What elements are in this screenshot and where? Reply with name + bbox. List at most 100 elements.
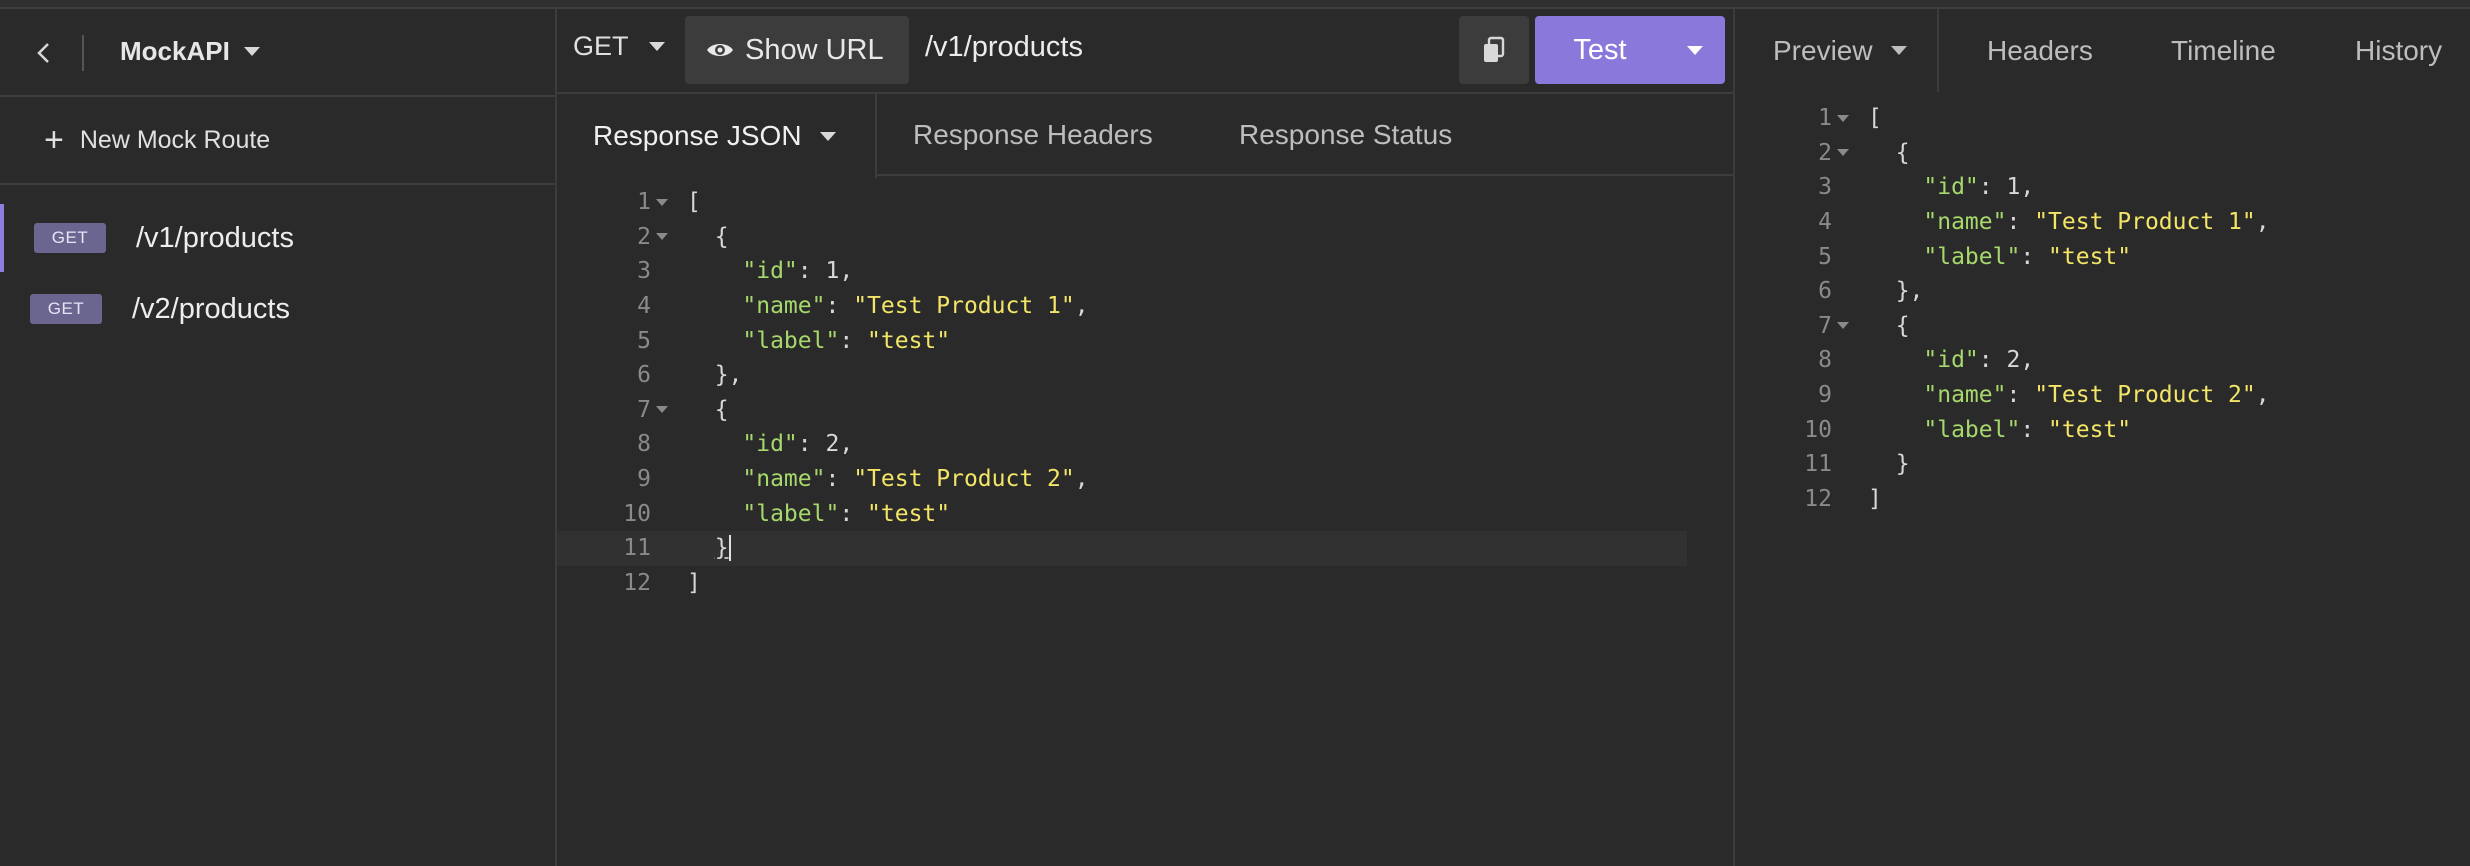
- line-number: 6: [637, 362, 651, 389]
- code-text: {: [714, 223, 729, 250]
- code-text: "id": 2,: [1923, 347, 2035, 374]
- back-button[interactable]: [28, 37, 60, 69]
- line-number: 10: [623, 500, 651, 527]
- code-text: },: [714, 362, 743, 389]
- window-top-bar: [0, 0, 2470, 9]
- code-line: 8 "id": 2,: [557, 427, 1733, 462]
- text-cursor: [728, 535, 731, 562]
- code-text: [: [687, 189, 701, 216]
- copy-button[interactable]: [1459, 16, 1529, 84]
- chevron-down-icon: [819, 131, 836, 141]
- line-number: 7: [1818, 312, 1832, 339]
- code-line: 6 },: [557, 358, 1733, 393]
- fold-arrow-icon: [656, 233, 668, 241]
- code-text: "id": 1,: [1923, 174, 2035, 201]
- fold-toggle[interactable]: [1832, 114, 1854, 122]
- fold-arrow-icon: [656, 198, 668, 206]
- line-number: 12: [1804, 485, 1832, 512]
- code-text: }: [1895, 451, 1910, 478]
- code-line: 2 {: [1735, 136, 2470, 171]
- code-line: 10 "label": "test": [1735, 412, 2470, 447]
- route-path: /v1/products: [136, 221, 294, 254]
- code-text: {: [1895, 312, 1910, 339]
- code-line: 12]: [557, 566, 1733, 601]
- line-number: 2: [1818, 139, 1832, 166]
- fold-arrow-icon: [656, 406, 668, 414]
- tab-response-json[interactable]: Response JSON: [557, 94, 877, 178]
- code-line: 9 "name": "Test Product 2",: [1735, 378, 2470, 413]
- code-text: ]: [687, 569, 701, 596]
- chevron-down-icon: [243, 47, 260, 56]
- code-line: 1[: [557, 185, 1733, 220]
- line-number: 11: [1804, 451, 1832, 478]
- code-text: ]: [1868, 485, 1882, 512]
- code-line: 1[: [1735, 101, 2470, 136]
- tab-label: Response Headers: [913, 119, 1153, 150]
- copy-icon: [1484, 36, 1505, 62]
- fold-toggle[interactable]: [651, 233, 673, 241]
- code-line: 8 "id": 2,: [1735, 343, 2470, 378]
- url-input[interactable]: /v1/products: [925, 31, 1083, 64]
- code-line: 6 },: [1735, 274, 2470, 309]
- code-text: "id": 2,: [742, 431, 854, 458]
- code-text: }: [714, 534, 731, 562]
- line-number: 1: [637, 189, 651, 216]
- tab-response-status[interactable]: Response Status: [1239, 94, 1452, 176]
- code-text: "name": "Test Product 2",: [742, 466, 1089, 493]
- tab-headers[interactable]: Headers: [1987, 9, 2093, 92]
- fold-toggle[interactable]: [651, 198, 673, 206]
- code-text: "name": "Test Product 1",: [742, 293, 1089, 320]
- sidebar-route-v2-products[interactable]: GET /v2/products: [0, 275, 555, 343]
- code-line: 4 "name": "Test Product 1",: [557, 289, 1733, 324]
- method-badge: GET: [34, 223, 106, 253]
- test-label: Test: [1573, 33, 1627, 66]
- tab-preview[interactable]: Preview: [1773, 9, 1939, 92]
- code-line: 7 {: [557, 393, 1733, 428]
- line-number: 4: [637, 293, 651, 320]
- json-editor[interactable]: 1[ 2 { 3 "id": 1, 4 "name": "Test Produc…: [557, 185, 1733, 600]
- line-number: 9: [1818, 382, 1832, 409]
- sidebar-route-v1-products[interactable]: GET /v1/products: [0, 204, 555, 272]
- tab-label: History: [2355, 34, 2443, 66]
- url-bar: GET Show URL /v1/products Test: [557, 9, 1733, 92]
- code-text: "name": "Test Product 2",: [1923, 382, 2270, 409]
- fold-arrow-icon: [1837, 322, 1849, 330]
- code-text: },: [1895, 278, 1924, 305]
- sidebar-header: MockAPI: [0, 9, 555, 97]
- tab-history[interactable]: History: [2355, 9, 2442, 92]
- chevron-down-icon[interactable]: [1687, 45, 1703, 55]
- code-text: {: [714, 396, 729, 423]
- line-number: 12: [623, 569, 651, 596]
- code-line: 3 "id": 1,: [1735, 170, 2470, 205]
- fold-toggle[interactable]: [1832, 149, 1854, 157]
- tab-response-headers[interactable]: Response Headers: [913, 94, 1153, 176]
- code-line: 5 "label": "test": [557, 323, 1733, 358]
- fold-toggle[interactable]: [651, 406, 673, 414]
- method-selector[interactable]: GET: [573, 31, 665, 62]
- code-text: "label": "test": [742, 500, 951, 527]
- tab-label: Headers: [1987, 34, 2093, 66]
- line-number: 6: [1818, 278, 1832, 305]
- chevron-down-icon: [1890, 46, 1907, 55]
- tab-label: Timeline: [2171, 34, 2276, 66]
- code-text: "name": "Test Product 1",: [1923, 209, 2270, 236]
- fold-toggle[interactable]: [1832, 322, 1854, 330]
- line-number: 5: [637, 327, 651, 354]
- method-badge: GET: [30, 294, 102, 324]
- line-number: 8: [637, 431, 651, 458]
- line-number: 8: [1818, 347, 1832, 374]
- code-line: 10 "label": "test": [557, 496, 1733, 531]
- line-number: 11: [623, 535, 651, 562]
- chevron-left-icon: [37, 43, 49, 63]
- test-button[interactable]: Test: [1535, 16, 1725, 84]
- response-tabs: Response JSON Response Headers Response …: [557, 92, 1733, 178]
- tab-timeline[interactable]: Timeline: [2171, 9, 2276, 92]
- code-line: 2 {: [557, 220, 1733, 255]
- workspace-selector[interactable]: MockAPI: [120, 36, 260, 67]
- code-line: 7 {: [1735, 309, 2470, 344]
- sidebar: MockAPI + New Mock Route GET /v1/product…: [0, 9, 557, 866]
- code-text: "label": "test": [1923, 243, 2132, 270]
- code-line: 4 "name": "Test Product 1",: [1735, 205, 2470, 240]
- show-url-button[interactable]: Show URL: [685, 16, 909, 84]
- new-mock-route-button[interactable]: + New Mock Route: [0, 97, 555, 185]
